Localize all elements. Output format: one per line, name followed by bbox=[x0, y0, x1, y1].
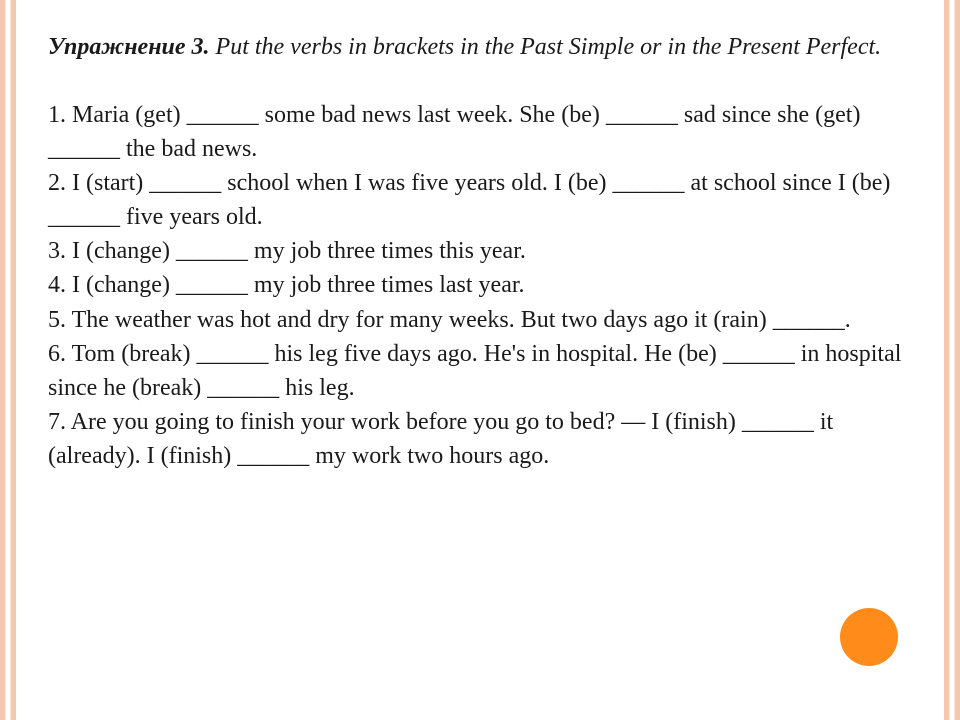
item-2: 2. I (start) ______ school when I was fi… bbox=[48, 170, 890, 230]
decorative-circle bbox=[840, 608, 898, 666]
decorative-stripe-right bbox=[944, 0, 960, 720]
exercise-number: Упражнение 3. bbox=[48, 34, 210, 60]
item-1: 1. Maria (get) ______ some bad news last… bbox=[48, 102, 860, 162]
item-7: 7. Are you going to finish your work bef… bbox=[48, 409, 833, 469]
item-4: 4. I (change) ______ my job three times … bbox=[48, 272, 525, 298]
item-5: 5. The weather was hot and dry for many … bbox=[48, 307, 851, 333]
exercise-content: Упражнение 3. Put the verbs in brackets … bbox=[0, 0, 960, 503]
exercise-instruction: Put the verbs in brackets in the Past Si… bbox=[210, 34, 882, 60]
item-6: 6. Tom (break) ______ his leg five days … bbox=[48, 341, 901, 401]
exercise-title: Упражнение 3. Put the verbs in brackets … bbox=[48, 30, 912, 64]
item-3: 3. I (change) ______ my job three times … bbox=[48, 238, 526, 264]
decorative-stripe-left bbox=[0, 0, 16, 720]
exercise-items: 1. Maria (get) ______ some bad news last… bbox=[48, 98, 912, 473]
